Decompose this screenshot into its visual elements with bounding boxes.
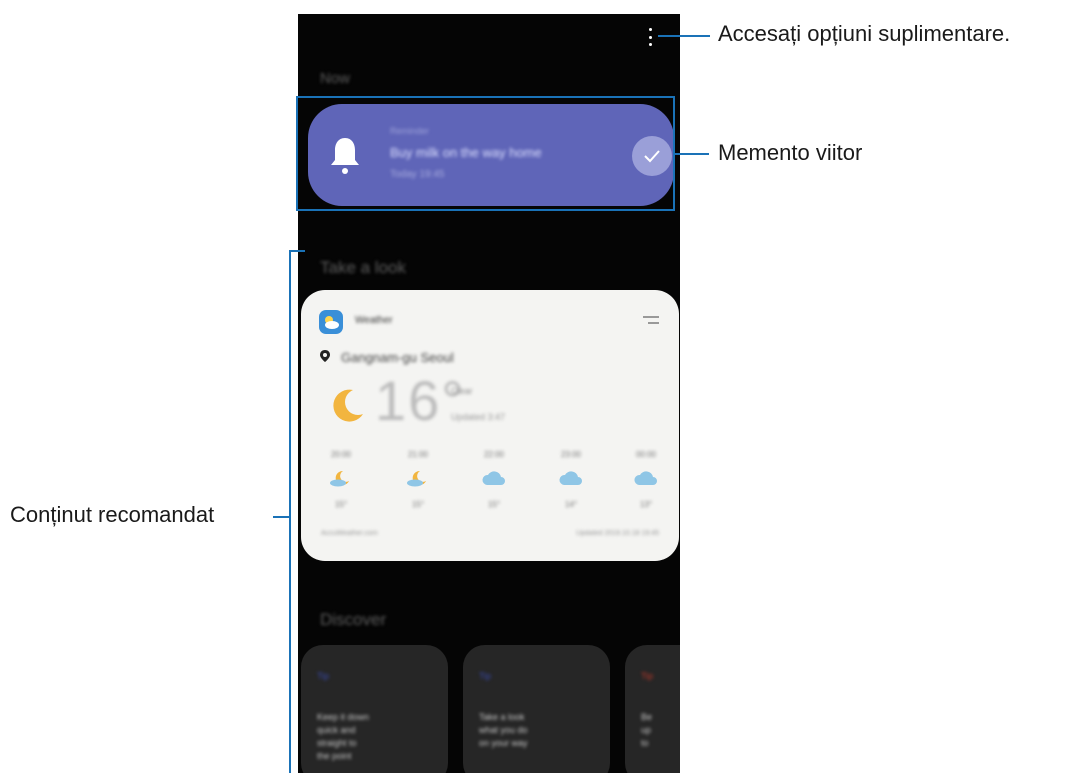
forecast-item: 00:00 13° [626, 450, 666, 509]
now-section-header: Now [320, 70, 351, 87]
location-pin-icon [320, 350, 330, 362]
discover-card[interactable]: Tip Keep it down quick and straight to t… [301, 645, 448, 773]
discover-card-text: Be up to [641, 712, 653, 748]
weather-menu-icon[interactable] [643, 316, 659, 328]
callout-recommended-content: Conținut recomandat [10, 502, 215, 527]
current-temperature: 16° [375, 369, 466, 432]
forecast-temp: 14° [564, 500, 578, 509]
callout-upcoming-reminder: Memento viitor [718, 140, 863, 165]
forecast-item: 22:00 15° [474, 450, 514, 509]
callout-line-reminder [675, 153, 709, 155]
callout-bracket-recommended [289, 250, 291, 773]
forecast-time: 21:00 [407, 450, 429, 459]
forecast-item: 23:00 14° [551, 450, 591, 509]
cloud-icon [559, 471, 582, 485]
discover-card[interactable]: Tip Take a look what you do on your way [463, 645, 610, 773]
more-options-icon[interactable] [643, 28, 657, 46]
forecast-time: 00:00 [635, 450, 657, 459]
forecast-time: 22:00 [483, 450, 505, 459]
forecast-temp: 15° [487, 500, 501, 509]
moon-icon [333, 389, 363, 422]
discover-card-tag: Tip [641, 671, 654, 681]
moon-cloud-icon [330, 470, 349, 487]
cloud-icon [634, 471, 657, 485]
cloud-icon [482, 471, 505, 485]
discover-card-text: Take a look what you do on your way [479, 712, 528, 748]
weather-app-name: Weather [355, 315, 393, 326]
forecast-item: 21:00 15° [398, 450, 438, 509]
forecast-item: 20:00 15° [321, 450, 361, 509]
callout-more-options: Accesați opțiuni suplimentare. [718, 21, 1011, 46]
callout-bracket-top [289, 250, 305, 252]
weather-footer-updated: Updated 2019.10.18 19:45 [576, 530, 659, 537]
callout-frame-reminder [296, 96, 675, 211]
forecast-time: 23:00 [560, 450, 582, 459]
weather-location: Gangnam-gu Seoul [341, 350, 454, 365]
weather-updated: Updated 3:47 [451, 412, 506, 422]
weather-condition: Clear [451, 386, 473, 396]
weather-card[interactable]: Weather Gangnam-gu Seoul 16° Clear Updat… [301, 290, 679, 561]
forecast-temp: 15° [334, 500, 348, 509]
discover-header: Discover [320, 610, 387, 629]
take-a-look-header: Take a look [320, 258, 406, 277]
callout-line-recommended [273, 516, 289, 518]
forecast-temp: 15° [411, 500, 425, 509]
moon-cloud-icon [407, 470, 426, 487]
discover-card[interactable]: Tip Be up to [625, 645, 680, 773]
callout-line-more-options [658, 35, 710, 37]
discover-card-tag: Tip [479, 671, 492, 681]
hourly-forecast: 20:00 15° 21:00 15° 22:00 15° 23:00 14° … [321, 450, 669, 510]
discover-card-text: Keep it down quick and straight to the p… [317, 712, 370, 761]
weather-source: AccuWeather.com [321, 530, 378, 537]
forecast-temp: 13° [639, 500, 653, 509]
discover-card-tag: Tip [317, 671, 330, 681]
weather-app-icon [319, 310, 343, 334]
forecast-time: 20:00 [330, 450, 352, 459]
